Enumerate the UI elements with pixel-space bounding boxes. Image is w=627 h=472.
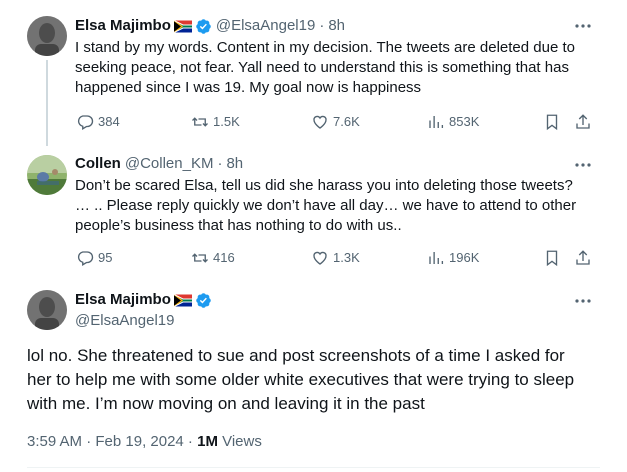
tweet-text-line: I stand by my words. Content in my decis… [75,39,575,56]
handle[interactable]: @Collen_KM [125,154,214,174]
bookmark-icon [546,250,558,267]
heart-icon [313,115,327,129]
reply-count: 95 [98,250,113,265]
separator: · [217,155,223,172]
more-options-icon[interactable] [573,155,593,175]
tweet-2[interactable]: Collen @Collen_KM · 8h Don’t be scared E… [0,142,627,278]
retweet-count: 1.5K [213,114,240,129]
retweet-count: 416 [213,250,235,265]
tweet-text-line: with me. I’m now moving on and leaving i… [27,394,425,413]
bookmark-icon [546,114,558,131]
tweet-text-line: her to help me with some older white exe… [27,370,575,389]
heart-icon [313,251,327,265]
author-handle-row: @ElsaAngel19 [75,311,174,331]
tweet-actions: 384 1.5K 7.6K 853K [0,112,627,132]
focused-tweet: Elsa Majimbo @ElsaAngel19 lol no. She th… [0,278,627,472]
reply-count: 384 [98,114,120,129]
retweet-icon [192,253,208,263]
south-africa-flag-icon [173,19,192,33]
timestamp[interactable]: 8h [226,154,243,174]
separator: · [319,17,325,34]
bookmark-button[interactable] [543,112,565,132]
handle[interactable]: @ElsaAngel19 [216,16,315,36]
tweet-header: Collen @Collen_KM · 8h [75,154,243,174]
views-button[interactable]: 853K [427,112,479,132]
tweet-text-line: people’s business that has nothing to do… [75,217,402,234]
views-button[interactable]: 196K [427,248,479,268]
verified-badge-icon [196,18,211,34]
display-name[interactable]: Elsa Majimbo [75,16,171,36]
view-count: 853K [449,114,480,129]
tweet-text-line: happened since I was 19. My goal now is … [75,79,422,96]
tweet-meta: 3:59 AM · Feb 19, 2024 · 1M Views [27,432,262,452]
share-icon [576,114,590,129]
verified-badge-icon [196,292,211,308]
author-name-row: Elsa Majimbo [75,290,212,310]
tweet-1[interactable]: Elsa Majimbo @ElsaAngel19 · 8h I stand b… [0,0,627,146]
reply-icon [77,115,94,130]
share-button[interactable] [574,112,596,132]
reply-button[interactable]: 95 [76,248,112,268]
more-options-icon[interactable] [573,16,593,36]
retweet-button[interactable]: 416 [191,248,235,268]
tweet-text-line: lol no. She threatened to sue and post s… [27,346,565,365]
south-africa-flag-icon [173,293,192,307]
tweet-text: Don’t be scared Elsa, tell us did she ha… [75,176,576,236]
like-count: 1.3K [333,250,360,265]
timestamp[interactable]: 8h [328,16,345,36]
divider [27,467,600,468]
display-name[interactable]: Elsa Majimbo [75,290,171,310]
like-button[interactable]: 7.6K [311,112,360,132]
tweet-text-line: Don’t be scared Elsa, tell us did she ha… [75,177,573,194]
handle[interactable]: @ElsaAngel19 [75,311,174,331]
like-count: 7.6K [333,114,360,129]
analytics-icon [429,252,444,264]
tweet-actions: 95 416 1.3K 196K [0,248,627,268]
more-options-icon[interactable] [573,291,593,311]
retweet-icon [192,117,208,127]
views-label: Views [217,433,262,450]
reply-button[interactable]: 384 [76,112,120,132]
tweet-text: I stand by my words. Content in my decis… [75,38,575,98]
retweet-button[interactable]: 1.5K [191,112,240,132]
tweet-header: Elsa Majimbo @ElsaAngel19 · 8h [75,16,345,36]
view-count: 196K [449,250,480,265]
tweet-text: lol no. She threatened to sue and post s… [27,344,574,416]
display-name[interactable]: Collen [75,154,121,174]
analytics-icon [429,116,444,128]
tweet-text-line: … .. Please reply quickly we don’t have … [75,197,577,214]
like-button[interactable]: 1.3K [311,248,360,268]
views-count: 1M [197,433,218,450]
tweet-text-line: seeking peace, not fear. Yall need to un… [75,59,569,76]
avatar[interactable] [27,290,67,330]
thread-line [46,60,48,146]
bookmark-button[interactable] [543,248,565,268]
reply-icon [77,251,94,266]
post-timestamp[interactable]: 3:59 AM · Feb 19, 2024 · [27,433,197,450]
avatar[interactable] [27,155,67,195]
share-button[interactable] [574,248,596,268]
avatar[interactable] [27,16,67,56]
share-icon [576,250,590,265]
